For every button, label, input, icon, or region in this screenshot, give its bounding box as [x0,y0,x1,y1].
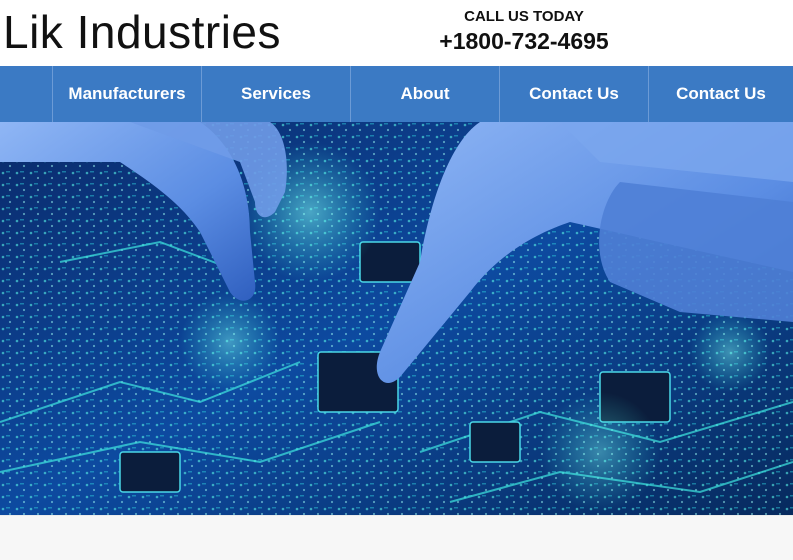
nav-item-manufacturers[interactable]: Manufacturers [53,66,202,122]
nav-item-contact-us[interactable]: Contact Us [500,66,649,122]
brand-logo-text[interactable]: Lik Industries [3,5,281,59]
call-box: CALL US TODAY +1800-732-4695 [424,8,624,56]
page-content-strip [0,515,793,560]
phone-number[interactable]: +1800-732-4695 [424,26,624,56]
circuit-board-image [0,122,793,515]
main-nav: Manufacturers Services About Contact Us … [0,66,793,122]
site-header: Lik Industries CALL US TODAY +1800-732-4… [0,0,793,66]
hero-banner [0,122,793,515]
nav-spacer [0,66,53,122]
nav-item-contact-us-2[interactable]: Contact Us [649,66,793,122]
nav-item-about[interactable]: About [351,66,500,122]
nav-item-services[interactable]: Services [202,66,351,122]
call-label: CALL US TODAY [464,8,584,25]
